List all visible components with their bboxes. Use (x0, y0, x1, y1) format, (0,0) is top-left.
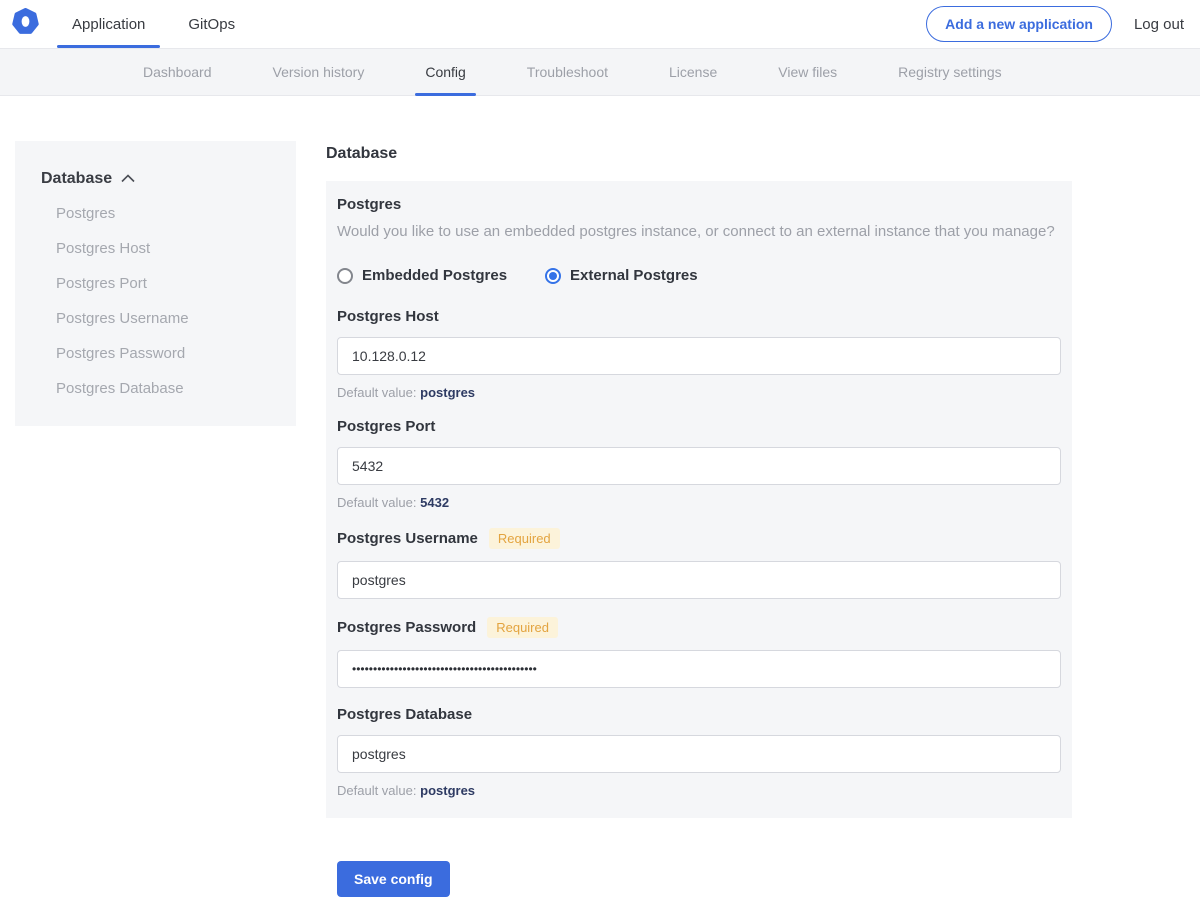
tab-application-label: Application (72, 15, 146, 33)
subnav-tab-version-history[interactable]: Version history (263, 49, 375, 95)
config-sidebar: Database Postgres Postgres Host Postgres… (15, 141, 296, 426)
radio-embedded-postgres[interactable]: Embedded Postgres (337, 267, 507, 284)
radio-embedded-label: Embedded Postgres (362, 267, 508, 285)
sidebar-item-postgres-database[interactable]: Postgres Database (56, 371, 296, 406)
tab-gitops-label: GitOps (188, 15, 236, 33)
tab-application[interactable]: Application (57, 0, 161, 48)
field-label-text: Postgres Database (337, 706, 473, 724)
postgres-username-input[interactable] (337, 561, 1061, 600)
sidebar-group-database[interactable]: Database (41, 170, 296, 188)
default-value: postgres (420, 385, 476, 401)
radio-unchecked-icon[interactable] (337, 267, 353, 284)
default-value-line: Default value: postgres (337, 783, 1061, 798)
field-postgres-port: Postgres Port Default value: 5432 (337, 418, 1061, 510)
sidebar-item-postgres-host[interactable]: Postgres Host (56, 231, 296, 266)
save-config-button[interactable]: Save config (337, 861, 450, 897)
postgres-database-input[interactable] (337, 735, 1061, 774)
postgres-password-input[interactable] (337, 650, 1061, 689)
subnav-tab-license[interactable]: License (659, 49, 727, 95)
field-postgres-password: Postgres Password Required (337, 617, 1061, 689)
config-content: Database Postgres Would you like to use … (326, 145, 1072, 897)
field-label: Postgres Password Required (337, 617, 1061, 639)
default-value: postgres (420, 783, 476, 799)
radio-checked-icon[interactable] (545, 267, 562, 284)
top-nav-right: Add a new application Log out (926, 0, 1200, 48)
required-badge: Required (488, 528, 560, 550)
sidebar-item-postgres-password[interactable]: Postgres Password (56, 336, 296, 371)
page-title: Database (326, 145, 398, 162)
default-prefix: Default value: (337, 495, 417, 511)
field-postgres-username: Postgres Username Required (337, 528, 1061, 600)
group-title: Postgres (337, 196, 402, 213)
subnav-tab-troubleshoot[interactable]: Troubleshoot (517, 49, 618, 95)
postgres-host-input[interactable] (337, 337, 1061, 376)
field-label: Postgres Database (337, 706, 1061, 723)
default-prefix: Default value: (337, 385, 417, 401)
default-value-line: Default value: 5432 (337, 495, 1061, 510)
radio-external-label: External Postgres (570, 267, 698, 285)
add-application-button[interactable]: Add a new application (926, 6, 1112, 42)
field-label: Postgres Port (337, 418, 1061, 435)
field-label-text: Postgres Username (337, 530, 478, 548)
subnav-tab-dashboard[interactable]: Dashboard (133, 49, 222, 95)
subnav-tab-registry-settings[interactable]: Registry settings (888, 49, 1011, 95)
sidebar-item-postgres[interactable]: Postgres (56, 196, 296, 231)
tab-gitops[interactable]: GitOps (173, 0, 250, 48)
field-postgres-host: Postgres Host Default value: postgres (337, 308, 1061, 400)
main-area: Database Postgres Postgres Host Postgres… (0, 96, 1200, 897)
default-prefix: Default value: (337, 783, 417, 799)
field-label-text: Postgres Host (337, 308, 439, 326)
radio-external-postgres[interactable]: External Postgres (545, 267, 698, 284)
field-label-text: Postgres Password (337, 619, 477, 637)
app-logo-icon (12, 8, 39, 40)
required-badge: Required (487, 617, 558, 639)
postgres-port-input[interactable] (337, 447, 1061, 486)
app-subnav: Dashboard Version history Config Trouble… (0, 48, 1200, 96)
subnav-tab-config[interactable]: Config (415, 49, 477, 96)
logout-link[interactable]: Log out (1134, 16, 1184, 33)
sidebar-item-postgres-username[interactable]: Postgres Username (56, 301, 296, 336)
sidebar-group-label: Database (41, 170, 113, 187)
top-tabs: Application GitOps (57, 0, 263, 48)
field-label: Postgres Username Required (337, 528, 1061, 550)
subnav-tab-view-files[interactable]: View files (768, 49, 847, 95)
chevron-up-icon (121, 170, 135, 188)
field-label: Postgres Host (337, 308, 1061, 325)
app-logo[interactable] (12, 0, 39, 48)
sidebar-item-postgres-port[interactable]: Postgres Port (56, 266, 296, 301)
field-postgres-database: Postgres Database Default value: postgre… (337, 706, 1061, 798)
config-group-panel: Postgres Would you like to use an embedd… (326, 181, 1072, 819)
group-description: Would you like to use an embedded postgr… (337, 223, 1055, 240)
top-nav: Application GitOps Add a new application… (0, 0, 1200, 48)
postgres-mode-radio-group: Embedded Postgres External Postgres (337, 267, 1061, 284)
field-label-text: Postgres Port (337, 418, 436, 436)
default-value: 5432 (420, 495, 450, 511)
default-value-line: Default value: postgres (337, 385, 1061, 400)
